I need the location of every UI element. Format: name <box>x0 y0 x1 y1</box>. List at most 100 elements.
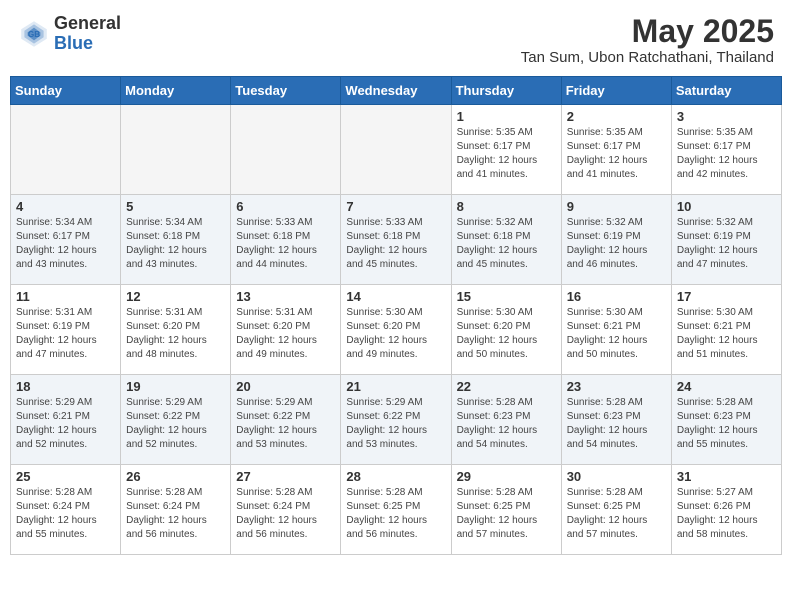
day-number: 27 <box>236 469 335 484</box>
calendar-day-cell: 13Sunrise: 5:31 AM Sunset: 6:20 PM Dayli… <box>231 285 341 375</box>
calendar-week-row: 25 Sunrise: 5:28 AM Sunset: 6:24 PM Dayli… <box>11 465 782 555</box>
calendar-day-cell: 9 Sunrise: 5:32 AM Sunset: 6:19 PM Daylig… <box>561 195 671 285</box>
calendar-day-cell: 4Sunrise: 5:34 AM Sunset: 6:17 PM Daylig… <box>11 195 121 285</box>
calendar-day-cell: 8Sunrise: 5:32 AM Sunset: 6:18 PM Daylig… <box>451 195 561 285</box>
day-info: Sunrise: 5:29 AM Sunset: 6:22 PM Dayligh… <box>126 396 225 452</box>
calendar-day-cell: 2 Sunrise: 5:35 AM Sunset: 6:17 PM Daylig… <box>561 105 671 195</box>
day-number: 17 <box>677 289 776 304</box>
day-number: 30 <box>567 469 666 484</box>
calendar-day-cell: 14 Sunrise: 5:30 AM Sunset: 6:20 PM Dayli… <box>341 285 451 375</box>
day-info: Sunrise: 5:31 AM Sunset: 6:19 PM Dayligh… <box>16 306 115 362</box>
day-number: 31 <box>677 469 776 484</box>
calendar-day-header: Monday <box>121 77 231 105</box>
calendar-day-cell: 29 Sunrise: 5:28 AM Sunset: 6:25 PM Dayli… <box>451 465 561 555</box>
day-info: Sunrise: 5:34 AM Sunset: 6:17 PM Dayligh… <box>16 216 115 272</box>
calendar-day-cell <box>11 105 121 195</box>
day-number: 11 <box>16 289 115 304</box>
day-number: 29 <box>457 469 556 484</box>
logo-icon: GB <box>18 18 50 50</box>
calendar-day-cell: 22Sunrise: 5:28 AM Sunset: 6:23 PM Dayli… <box>451 375 561 465</box>
calendar-day-cell: 1Sunrise: 5:35 AM Sunset: 6:17 PM Daylig… <box>451 105 561 195</box>
calendar-day-cell: 25 Sunrise: 5:28 AM Sunset: 6:24 PM Dayli… <box>11 465 121 555</box>
month-title: May 2025 <box>521 14 774 49</box>
calendar-day-header: Thursday <box>451 77 561 105</box>
logo-blue-text: Blue <box>54 34 121 54</box>
day-number: 26 <box>126 469 225 484</box>
day-number: 2 <box>567 109 666 124</box>
day-number: 8 <box>457 199 556 214</box>
calendar-day-cell: 20 Sunrise: 5:29 AM Sunset: 6:22 PM Dayli… <box>231 375 341 465</box>
day-info: Sunrise: 5:31 AM Sunset: 6:20 PM Dayligh… <box>126 306 225 362</box>
day-info: Sunrise: 5:28 AM Sunset: 6:25 PM Dayligh… <box>567 486 666 542</box>
day-info: Sunrise: 5:28 AM Sunset: 6:24 PM Dayligh… <box>126 486 225 542</box>
calendar-week-row: 4Sunrise: 5:34 AM Sunset: 6:17 PM Daylig… <box>11 195 782 285</box>
day-info: Sunrise: 5:29 AM Sunset: 6:22 PM Dayligh… <box>236 396 335 452</box>
calendar-day-cell <box>341 105 451 195</box>
calendar-day-cell: 31 Sunrise: 5:27 AM Sunset: 6:26 PM Dayli… <box>671 465 781 555</box>
calendar-day-cell: 24 Sunrise: 5:28 AM Sunset: 6:23 PM Dayli… <box>671 375 781 465</box>
day-info: Sunrise: 5:32 AM Sunset: 6:19 PM Dayligh… <box>567 216 666 272</box>
calendar-day-cell: 28 Sunrise: 5:28 AM Sunset: 6:25 PM Dayli… <box>341 465 451 555</box>
day-info: Sunrise: 5:28 AM Sunset: 6:25 PM Dayligh… <box>346 486 445 542</box>
day-info: Sunrise: 5:29 AM Sunset: 6:22 PM Dayligh… <box>346 396 445 452</box>
day-info: Sunrise: 5:32 AM Sunset: 6:19 PM Dayligh… <box>677 216 776 272</box>
calendar-day-cell: 5Sunrise: 5:34 AM Sunset: 6:18 PM Daylig… <box>121 195 231 285</box>
day-number: 7 <box>346 199 445 214</box>
calendar-day-cell: 16Sunrise: 5:30 AM Sunset: 6:21 PM Dayli… <box>561 285 671 375</box>
calendar-week-row: 11 Sunrise: 5:31 AM Sunset: 6:19 PM Dayli… <box>11 285 782 375</box>
calendar-day-cell: 19 Sunrise: 5:29 AM Sunset: 6:22 PM Dayli… <box>121 375 231 465</box>
day-info: Sunrise: 5:28 AM Sunset: 6:25 PM Dayligh… <box>457 486 556 542</box>
calendar-day-cell: 11 Sunrise: 5:31 AM Sunset: 6:19 PM Dayli… <box>11 285 121 375</box>
calendar-day-cell: 6Sunrise: 5:33 AM Sunset: 6:18 PM Daylig… <box>231 195 341 285</box>
day-info: Sunrise: 5:30 AM Sunset: 6:20 PM Dayligh… <box>346 306 445 362</box>
calendar-day-cell: 30 Sunrise: 5:28 AM Sunset: 6:25 PM Dayli… <box>561 465 671 555</box>
day-info: Sunrise: 5:35 AM Sunset: 6:17 PM Dayligh… <box>677 126 776 182</box>
day-number: 20 <box>236 379 335 394</box>
day-info: Sunrise: 5:30 AM Sunset: 6:21 PM Dayligh… <box>567 306 666 362</box>
day-info: Sunrise: 5:35 AM Sunset: 6:17 PM Dayligh… <box>567 126 666 182</box>
calendar-day-cell: 7Sunrise: 5:33 AM Sunset: 6:18 PM Daylig… <box>341 195 451 285</box>
logo-general-text: General <box>54 14 121 34</box>
calendar-day-cell: 23Sunrise: 5:28 AM Sunset: 6:23 PM Dayli… <box>561 375 671 465</box>
calendar-day-header: Sunday <box>11 77 121 105</box>
logo: GB General Blue <box>18 14 121 54</box>
calendar-day-cell: 18Sunrise: 5:29 AM Sunset: 6:21 PM Dayli… <box>11 375 121 465</box>
page-header: GB General Blue May 2025 Tan Sum, Ubon R… <box>10 10 782 70</box>
calendar-day-cell: 15 Sunrise: 5:30 AM Sunset: 6:20 PM Dayli… <box>451 285 561 375</box>
calendar-table: SundayMondayTuesdayWednesdayThursdayFrid… <box>10 76 782 555</box>
day-number: 24 <box>677 379 776 394</box>
day-number: 21 <box>346 379 445 394</box>
logo-text: General Blue <box>54 14 121 54</box>
day-info: Sunrise: 5:33 AM Sunset: 6:18 PM Dayligh… <box>236 216 335 272</box>
day-info: Sunrise: 5:28 AM Sunset: 6:24 PM Dayligh… <box>236 486 335 542</box>
day-number: 14 <box>346 289 445 304</box>
day-number: 10 <box>677 199 776 214</box>
calendar-week-row: 1 Sunrise: 5:35 AM Sunset: 6:17 PM Daylig… <box>11 105 782 195</box>
day-number: 25 <box>16 469 115 484</box>
day-info: Sunrise: 5:34 AM Sunset: 6:18 PM Dayligh… <box>126 216 225 272</box>
calendar-day-header: Friday <box>561 77 671 105</box>
calendar-week-row: 18Sunrise: 5:29 AM Sunset: 6:21 PM Dayli… <box>11 375 782 465</box>
calendar-day-header: Tuesday <box>231 77 341 105</box>
day-info: Sunrise: 5:28 AM Sunset: 6:23 PM Dayligh… <box>677 396 776 452</box>
day-info: Sunrise: 5:30 AM Sunset: 6:21 PM Dayligh… <box>677 306 776 362</box>
calendar-day-cell: 10 Sunrise: 5:32 AM Sunset: 6:19 PM Dayli… <box>671 195 781 285</box>
calendar-day-cell: 21 Sunrise: 5:29 AM Sunset: 6:22 PM Dayli… <box>341 375 451 465</box>
day-info: Sunrise: 5:30 AM Sunset: 6:20 PM Dayligh… <box>457 306 556 362</box>
calendar-day-cell: 27 Sunrise: 5:28 AM Sunset: 6:24 PM Dayli… <box>231 465 341 555</box>
day-info: Sunrise: 5:28 AM Sunset: 6:23 PM Dayligh… <box>457 396 556 452</box>
calendar-header-row: SundayMondayTuesdayWednesdayThursdayFrid… <box>11 77 782 105</box>
calendar-day-header: Saturday <box>671 77 781 105</box>
location-title: Tan Sum, Ubon Ratchathani, Thailand <box>521 49 774 66</box>
day-number: 18 <box>16 379 115 394</box>
day-info: Sunrise: 5:27 AM Sunset: 6:26 PM Dayligh… <box>677 486 776 542</box>
day-info: Sunrise: 5:31 AM Sunset: 6:20 PM Dayligh… <box>236 306 335 362</box>
day-number: 9 <box>567 199 666 214</box>
day-number: 1 <box>457 109 556 124</box>
day-number: 12 <box>126 289 225 304</box>
day-number: 19 <box>126 379 225 394</box>
day-number: 15 <box>457 289 556 304</box>
day-number: 28 <box>346 469 445 484</box>
title-block: May 2025 Tan Sum, Ubon Ratchathani, Thai… <box>521 14 774 66</box>
day-info: Sunrise: 5:28 AM Sunset: 6:24 PM Dayligh… <box>16 486 115 542</box>
